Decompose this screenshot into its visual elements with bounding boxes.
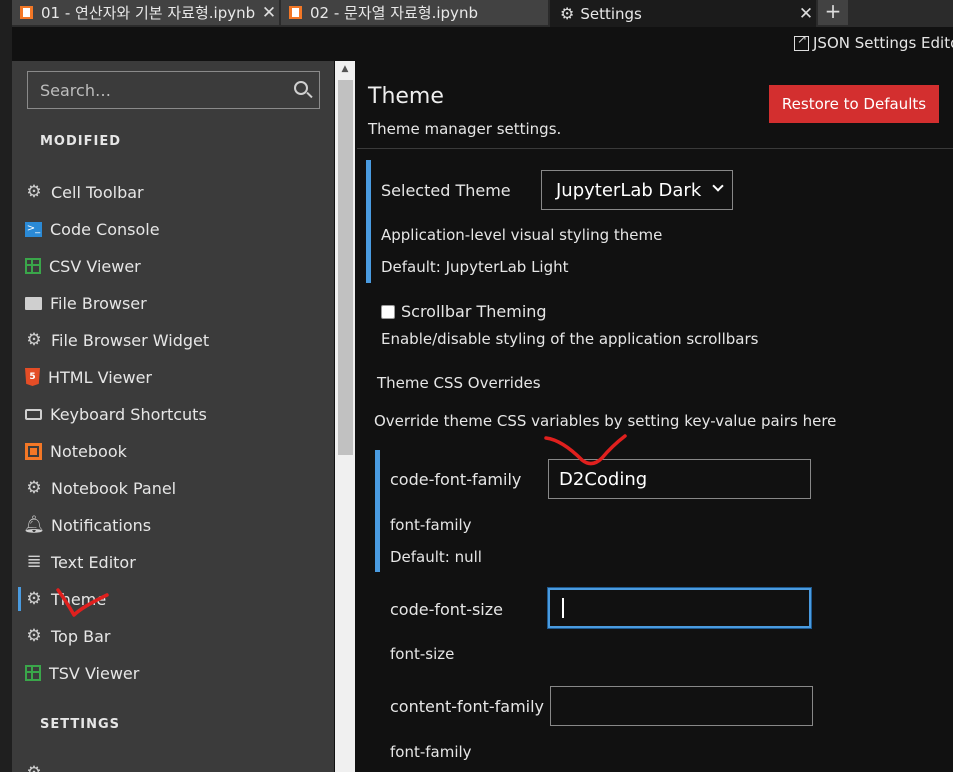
search-icon (294, 81, 308, 95)
sidebar-item-notebook-panel[interactable]: ⚙ Notebook Panel (12, 473, 334, 503)
sidebar-item-html-viewer[interactable]: 5 HTML Viewer (12, 362, 334, 392)
section-title-modified: MODIFIED (40, 134, 122, 149)
grid-icon (25, 258, 41, 274)
notebook-icon (25, 442, 42, 460)
sidebar-item-top-bar[interactable]: ⚙ Top Bar (12, 621, 334, 651)
override-type-font-family: font-family (390, 516, 472, 534)
sidebar-item-csv-viewer[interactable]: CSV Viewer (12, 251, 334, 281)
json-settings-label: JSON Settings Editor (813, 34, 953, 52)
modified-indicator-bar (375, 450, 380, 572)
override-type-font-size: font-size (390, 645, 455, 663)
grid-icon (25, 665, 41, 681)
sidebar-item-label: Top Bar (51, 626, 111, 646)
bell-icon: 🔔︎ (23, 514, 45, 535)
tab-label: 02 - 문자열 자료형.ipynb (310, 4, 478, 22)
scrollbar-thumb[interactable] (338, 80, 353, 455)
sidebar-item-label: File Browser Widget (51, 330, 210, 350)
sidebar-item-code-console[interactable]: >_ Code Console (12, 214, 334, 244)
sidebar-item-file-browser-widget[interactable]: ⚙ File Browser Widget (12, 325, 334, 355)
sidebar-item-label: File Browser (50, 293, 147, 313)
scrollbar-theming-label: Scrollbar Theming (401, 302, 547, 321)
left-activity-strip (0, 0, 12, 772)
sidebar-item-label: Code Console (50, 219, 160, 239)
sidebar-item-label: Theme (51, 589, 107, 609)
new-tab-button[interactable]: + (818, 0, 848, 25)
text-lines-icon: ≣ (26, 551, 42, 572)
sidebar-item-label: Keyboard Shortcuts (50, 404, 207, 424)
keyboard-icon (25, 408, 42, 420)
tab-notebook-01[interactable]: 01 - 연산자와 기본 자료형.ipynb ✕ (12, 0, 280, 25)
restore-defaults-button[interactable]: Restore to Defaults (769, 85, 939, 123)
override-key-code-font-family: code-font-family (390, 470, 522, 489)
sidebar-item-text-editor[interactable]: ≣ Text Editor (12, 547, 334, 577)
notebook-icon (20, 6, 33, 19)
html5-icon: 5 (25, 368, 40, 386)
tab-settings[interactable]: ⚙ Settings ✕ (550, 0, 817, 27)
section-title-settings: SETTINGS (40, 717, 121, 732)
chevron-down-icon (712, 180, 724, 192)
sidebar-item-theme[interactable]: ⚙ Theme (12, 584, 334, 614)
theme-select-value: JupyterLab Dark (556, 179, 702, 201)
sidebar-item-keyboard-shortcuts[interactable]: Keyboard Shortcuts (12, 399, 334, 429)
sidebar-item-label: Notebook (50, 441, 127, 461)
override-key-content-font-family: content-font-family (390, 697, 545, 716)
sidebar-item-label: Cell Toolbar (51, 182, 144, 202)
console-icon: >_ (25, 221, 42, 237)
code-font-family-input[interactable]: D2Coding (548, 459, 811, 499)
sidebar-item-label: Notebook Panel (51, 478, 177, 498)
scroll-up-arrow-icon[interactable]: ▲ (335, 61, 355, 78)
sidebar-item-partial[interactable]: ⚙ (12, 758, 334, 772)
tab-label: Settings (580, 4, 642, 23)
sidebar-item-cell-toolbar[interactable]: ⚙ Cell Toolbar (12, 177, 334, 207)
gear-icon: ⚙ (26, 477, 42, 498)
code-font-size-input[interactable] (548, 588, 811, 628)
close-icon[interactable]: ✕ (259, 3, 279, 23)
gear-icon: ⚙ (26, 329, 42, 350)
override-key-code-font-size: code-font-size (390, 600, 503, 619)
override-default: Default: null (390, 548, 482, 566)
settings-sidebar: MODIFIED ⚙ Cell Toolbar >_ Code Console CS… (12, 61, 334, 772)
theme-select[interactable]: JupyterLab Dark (541, 170, 733, 210)
search-input[interactable] (27, 71, 320, 109)
page-subtitle: Theme manager settings. (368, 120, 562, 138)
external-link-icon (794, 32, 809, 51)
notebook-icon (289, 6, 302, 19)
selected-theme-default: Default: JupyterLab Light (381, 258, 569, 276)
gear-icon: ⚙ (26, 181, 42, 202)
sidebar-item-label: Notifications (51, 515, 152, 535)
css-overrides-description: Override theme CSS variables by setting … (374, 412, 837, 430)
sidebar-item-file-browser[interactable]: File Browser (12, 288, 334, 318)
sidebar-item-label: Text Editor (51, 552, 136, 572)
json-settings-editor-button[interactable]: JSON Settings Editor (794, 32, 953, 52)
sidebar-item-tsv-viewer[interactable]: TSV Viewer (12, 658, 334, 688)
close-icon[interactable]: ✕ (796, 4, 816, 24)
gear-icon: ⚙ (25, 764, 43, 772)
modified-indicator-bar (366, 160, 371, 283)
sidebar-item-notifications[interactable]: 🔔︎ Notifications (12, 510, 334, 540)
page-title: Theme (368, 84, 444, 109)
tab-notebook-02[interactable]: 02 - 문자열 자료형.ipynb ✕ (281, 0, 549, 25)
input-value: D2Coding (559, 468, 648, 490)
override-type-font-family-2: font-family (390, 743, 472, 761)
sidebar-item-label: TSV Viewer (49, 663, 140, 683)
folder-icon (25, 296, 42, 310)
header-divider (357, 148, 953, 149)
gear-icon: ⚙ (26, 625, 42, 646)
sidebar-item-label: CSV Viewer (49, 256, 141, 276)
css-overrides-title: Theme CSS Overrides (377, 374, 541, 392)
sidebar-item-notebook[interactable]: Notebook (12, 436, 334, 466)
scrollbar-theming-checkbox[interactable] (381, 305, 395, 319)
tab-label: 01 - 연산자와 기본 자료형.ipynb (41, 4, 256, 22)
text-caret (562, 598, 564, 618)
gear-icon: ⚙ (26, 588, 42, 609)
content-font-family-input[interactable] (550, 686, 813, 726)
selected-theme-label: Selected Theme (381, 181, 511, 200)
gear-icon: ⚙ (560, 4, 575, 23)
scrollbar-theming-description: Enable/disable styling of the applicatio… (381, 330, 759, 348)
selected-theme-description: Application-level visual styling theme (381, 226, 663, 244)
sidebar-item-label: HTML Viewer (48, 367, 152, 387)
